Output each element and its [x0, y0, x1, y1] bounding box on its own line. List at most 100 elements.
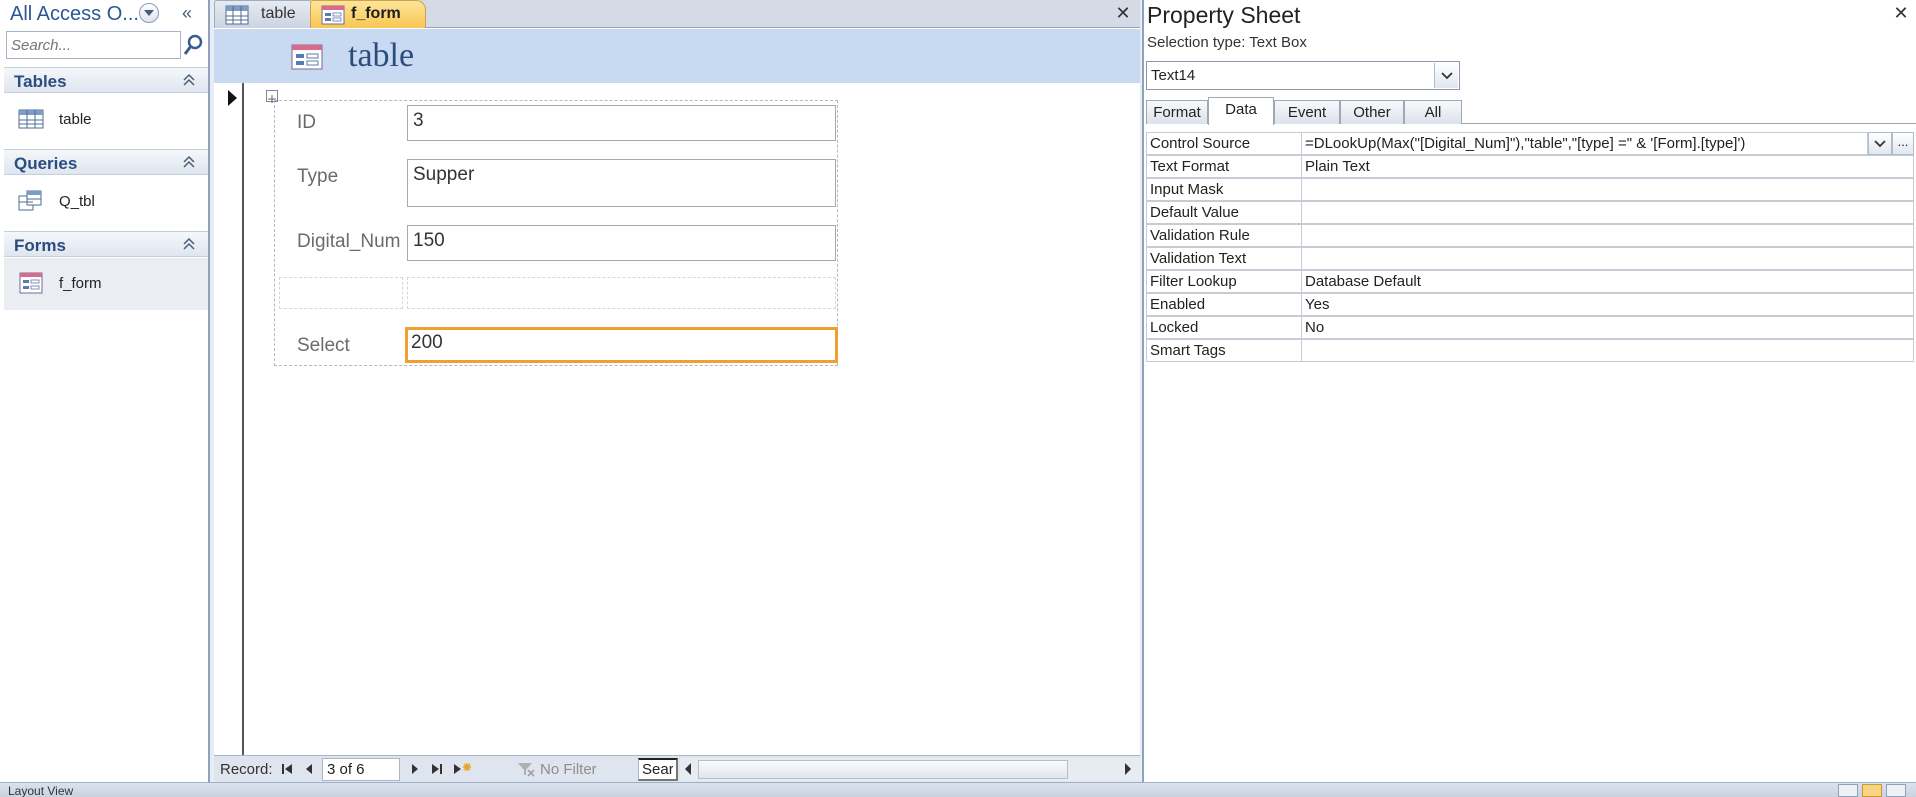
layout-view-icon[interactable] [1862, 784, 1882, 797]
form-icon [291, 44, 323, 70]
filter-icon [516, 761, 536, 777]
form-header: table [214, 29, 1140, 83]
first-record-icon[interactable] [280, 761, 294, 777]
record-search-input[interactable] [638, 758, 678, 781]
scrollbar-thumb[interactable] [698, 760, 1068, 779]
property-name[interactable]: Control Source [1146, 132, 1302, 155]
nav-item-f-form[interactable]: f_form [4, 258, 208, 310]
form-icon [321, 5, 345, 25]
nav-title[interactable]: All Access O... [10, 3, 139, 26]
property-value[interactable]: Plain Text [1301, 155, 1914, 178]
field-label-select[interactable]: Select [297, 335, 350, 357]
property-name[interactable]: Locked [1146, 316, 1302, 339]
empty-layout-cell[interactable] [279, 277, 403, 309]
property-value[interactable] [1301, 201, 1914, 224]
close-icon[interactable]: ✕ [1890, 2, 1912, 24]
chevron-up-icon[interactable] [180, 153, 198, 171]
form-title[interactable]: table [348, 37, 414, 75]
property-name[interactable]: Input Mask [1146, 178, 1302, 201]
search-icon[interactable] [181, 31, 205, 59]
nav-group-label: Forms [14, 236, 66, 255]
field-type-textbox[interactable]: Supper [407, 159, 836, 207]
tab-table[interactable]: table [214, 0, 312, 28]
chevron-down-icon[interactable] [1434, 63, 1458, 88]
property-name[interactable]: Default Value [1146, 201, 1302, 224]
property-name[interactable]: Validation Rule [1146, 224, 1302, 247]
table-icon [18, 108, 44, 130]
nav-group-queries[interactable]: Queries [4, 149, 208, 175]
property-value[interactable] [1301, 339, 1914, 362]
chevron-up-icon[interactable] [180, 235, 198, 253]
tab-all[interactable]: All [1404, 100, 1462, 124]
scroll-right-icon[interactable] [1122, 762, 1134, 781]
property-name[interactable]: Validation Text [1146, 247, 1302, 270]
current-record-input[interactable] [322, 758, 400, 781]
property-name[interactable]: Filter Lookup [1146, 270, 1302, 293]
tab-format[interactable]: Format [1146, 100, 1208, 124]
field-id-textbox[interactable]: 3 [407, 105, 836, 141]
nav-item-q-tbl[interactable]: Q_tbl [4, 176, 208, 228]
shutter-collapse-icon[interactable]: « [176, 2, 198, 24]
nav-group-forms[interactable]: Forms [4, 231, 208, 257]
property-sheet: Property Sheet ✕ Selection type: Text Bo… [1142, 0, 1916, 782]
nav-group-label: Queries [14, 154, 78, 173]
horizontal-scrollbar[interactable] [680, 758, 1140, 781]
property-name[interactable]: Enabled [1146, 293, 1302, 316]
nav-item-label: table [59, 111, 92, 128]
nav-search-input[interactable] [6, 31, 181, 59]
next-record-icon[interactable] [408, 761, 422, 777]
close-icon[interactable]: ✕ [1112, 2, 1134, 24]
design-view-icon[interactable] [1886, 784, 1906, 797]
object-selector-value: Text14 [1151, 67, 1196, 84]
nav-header: All Access O... « [0, 0, 208, 28]
tab-label: table [261, 5, 296, 22]
form-view-icon[interactable] [1838, 784, 1858, 797]
navigation-pane: All Access O... « Tables table Queries [0, 0, 210, 782]
query-icon [18, 190, 44, 212]
tab-f-form[interactable]: f_form [310, 0, 426, 28]
document-tabs: table f_form ✕ [214, 0, 1140, 28]
selection-type-label: Selection type: Text Box [1147, 34, 1307, 51]
nav-item-label: f_form [59, 275, 102, 292]
property-value[interactable]: Yes [1301, 293, 1914, 316]
property-sheet-title: Property Sheet [1147, 2, 1301, 28]
property-tabs: Format Data Event Other All [1146, 97, 1916, 125]
field-label-type[interactable]: Type [297, 166, 338, 188]
build-button[interactable]: ... [1892, 132, 1914, 155]
field-select-textbox[interactable]: 200 [405, 327, 838, 363]
property-row-validation-rule: Validation Rule [1146, 224, 1914, 247]
tab-label: f_form [351, 5, 401, 22]
property-value[interactable] [1301, 247, 1914, 270]
tab-data[interactable]: Data [1208, 97, 1274, 125]
nav-group-tables[interactable]: Tables [4, 67, 208, 93]
property-value[interactable] [1301, 178, 1914, 201]
object-selector-combo[interactable]: Text14 [1146, 61, 1460, 90]
scroll-left-icon[interactable] [682, 762, 694, 781]
last-record-icon[interactable] [430, 761, 444, 777]
form-icon [18, 272, 44, 294]
property-name[interactable]: Text Format [1146, 155, 1302, 178]
chevron-down-icon[interactable] [1868, 132, 1892, 155]
property-value[interactable]: =DLookUp(Max("[Digital_Num]"),"table","[… [1301, 132, 1868, 155]
field-label-id[interactable]: ID [297, 112, 316, 134]
property-name[interactable]: Smart Tags [1146, 339, 1302, 362]
property-value[interactable]: No [1301, 316, 1914, 339]
empty-layout-cell[interactable] [407, 277, 836, 309]
nav-item-table[interactable]: table [4, 94, 208, 146]
no-filter-indicator[interactable]: No Filter [540, 761, 597, 778]
table-icon [225, 5, 249, 25]
previous-record-icon[interactable] [302, 761, 316, 777]
field-digital-num-textbox[interactable]: 150 [407, 225, 836, 261]
tab-other[interactable]: Other [1340, 100, 1404, 124]
field-label-digital-num[interactable]: Digital_Num [297, 231, 400, 253]
chevron-up-icon[interactable] [180, 71, 198, 89]
record-selector[interactable] [214, 83, 244, 755]
property-grid: Control Source =DLookUp(Max("[Digital_Nu… [1146, 132, 1914, 362]
property-row-control-source: Control Source =DLookUp(Max("[Digital_Nu… [1146, 132, 1914, 155]
tab-event[interactable]: Event [1274, 100, 1340, 124]
property-value[interactable]: Database Default [1301, 270, 1914, 293]
status-bar: Layout View [0, 782, 1916, 797]
new-record-icon[interactable] [452, 761, 472, 777]
property-value[interactable] [1301, 224, 1914, 247]
nav-menu-dropdown-icon[interactable] [139, 3, 159, 23]
